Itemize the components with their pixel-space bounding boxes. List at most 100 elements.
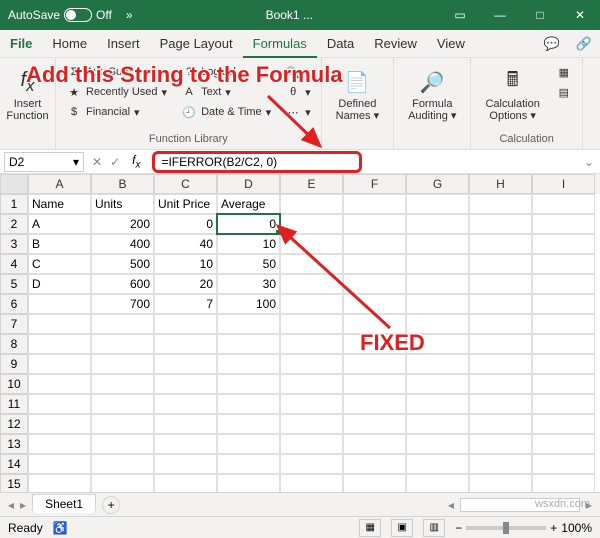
row-header[interactable]: 8 xyxy=(0,334,28,354)
row-header[interactable]: 11 xyxy=(0,394,28,414)
datetime-button[interactable]: 🕘Date & Time ▾ xyxy=(177,102,275,122)
row-header[interactable]: 4 xyxy=(0,254,28,274)
cell[interactable] xyxy=(91,354,154,374)
cell[interactable]: 20 xyxy=(154,274,217,294)
cell[interactable] xyxy=(469,214,532,234)
lookup-button[interactable]: 🔍▾ xyxy=(281,62,315,82)
cell[interactable] xyxy=(406,334,469,354)
cell[interactable]: 0 xyxy=(217,214,280,234)
cell[interactable] xyxy=(406,194,469,214)
cell[interactable] xyxy=(343,454,406,474)
cell[interactable] xyxy=(532,254,595,274)
col-header[interactable]: B xyxy=(91,174,154,194)
cell[interactable] xyxy=(28,374,91,394)
cell[interactable]: 0 xyxy=(154,214,217,234)
more-functions-button[interactable]: ⋯▾ xyxy=(281,102,315,122)
cell[interactable] xyxy=(406,454,469,474)
cell[interactable] xyxy=(406,274,469,294)
cell[interactable] xyxy=(343,394,406,414)
cell[interactable] xyxy=(28,414,91,434)
autosum-button[interactable]: ΣAutoSum ▾ xyxy=(62,62,171,82)
cell[interactable] xyxy=(28,454,91,474)
row-header[interactable]: 7 xyxy=(0,314,28,334)
row-header[interactable]: 2 xyxy=(0,214,28,234)
cell[interactable] xyxy=(154,474,217,494)
zoom-out-button[interactable]: − xyxy=(455,521,462,535)
cell[interactable] xyxy=(532,474,595,494)
tab-insert[interactable]: Insert xyxy=(97,30,150,58)
row-header[interactable]: 6 xyxy=(0,294,28,314)
cell[interactable]: 200 xyxy=(91,214,154,234)
cell[interactable] xyxy=(280,274,343,294)
cell[interactable]: A xyxy=(28,214,91,234)
cell[interactable] xyxy=(217,354,280,374)
cell[interactable] xyxy=(406,214,469,234)
accessibility-icon[interactable]: ♿ xyxy=(53,521,68,535)
page-layout-button[interactable]: ▣ xyxy=(391,519,413,537)
cell[interactable] xyxy=(343,254,406,274)
cell[interactable] xyxy=(217,434,280,454)
fx-button[interactable]: fx xyxy=(124,153,148,170)
cell[interactable] xyxy=(406,354,469,374)
cell[interactable] xyxy=(280,474,343,494)
cell[interactable] xyxy=(91,394,154,414)
zoom-in-button[interactable]: + xyxy=(550,521,557,535)
tab-home[interactable]: Home xyxy=(42,30,97,58)
cell[interactable] xyxy=(280,334,343,354)
prev-sheet-icon[interactable]: ◂ xyxy=(8,498,14,512)
cell[interactable] xyxy=(28,314,91,334)
cell[interactable] xyxy=(469,194,532,214)
cell[interactable]: Name xyxy=(28,194,91,214)
zoom-slider[interactable] xyxy=(466,526,546,530)
col-header[interactable]: E xyxy=(280,174,343,194)
cell[interactable]: D xyxy=(28,274,91,294)
col-header[interactable]: F xyxy=(343,174,406,194)
cell[interactable] xyxy=(217,414,280,434)
formula-input[interactable]: =IFERROR(B2/C2, 0) xyxy=(161,155,277,169)
cell[interactable] xyxy=(532,334,595,354)
financial-button[interactable]: $Financial ▾ xyxy=(62,102,171,122)
cell[interactable] xyxy=(280,454,343,474)
cell[interactable] xyxy=(343,194,406,214)
math-button[interactable]: θ▾ xyxy=(281,82,315,102)
cell[interactable] xyxy=(532,414,595,434)
enter-icon[interactable]: ✓ xyxy=(106,155,124,169)
cell[interactable] xyxy=(406,254,469,274)
cell[interactable] xyxy=(532,354,595,374)
cell[interactable]: 7 xyxy=(154,294,217,314)
cell[interactable] xyxy=(532,454,595,474)
maximize-button[interactable]: □ xyxy=(520,0,560,30)
row-header[interactable]: 9 xyxy=(0,354,28,374)
cell[interactable] xyxy=(532,274,595,294)
cell[interactable] xyxy=(469,294,532,314)
expand-formula-icon[interactable]: ⌄ xyxy=(578,155,600,169)
cell[interactable]: 10 xyxy=(217,234,280,254)
cell[interactable]: 50 xyxy=(217,254,280,274)
insert-function-button[interactable]: fx InsertFunction xyxy=(6,62,49,126)
cell[interactable] xyxy=(280,314,343,334)
recently-used-button[interactable]: ★Recently Used ▾ xyxy=(62,82,171,102)
cell[interactable] xyxy=(532,294,595,314)
col-header[interactable]: H xyxy=(469,174,532,194)
share-button[interactable]: 🔗 xyxy=(568,36,600,52)
cell[interactable] xyxy=(280,254,343,274)
cancel-icon[interactable]: ✕ xyxy=(88,155,106,169)
cell[interactable]: B xyxy=(28,234,91,254)
autosave-toggle[interactable]: AutoSave Off xyxy=(0,8,120,22)
cell[interactable] xyxy=(154,334,217,354)
cell[interactable] xyxy=(280,214,343,234)
cell[interactable] xyxy=(406,474,469,494)
cell[interactable] xyxy=(154,454,217,474)
row-header[interactable]: 5 xyxy=(0,274,28,294)
cell[interactable] xyxy=(280,194,343,214)
cell[interactable] xyxy=(280,414,343,434)
cell[interactable] xyxy=(469,474,532,494)
cell[interactable] xyxy=(217,394,280,414)
cell[interactable] xyxy=(532,394,595,414)
cell[interactable] xyxy=(343,214,406,234)
formula-auditing-button[interactable]: 🔎 FormulaAuditing ▾ xyxy=(400,62,464,126)
cell[interactable] xyxy=(532,314,595,334)
minimize-button[interactable]: — xyxy=(480,0,520,30)
cell[interactable] xyxy=(469,274,532,294)
cell[interactable] xyxy=(217,334,280,354)
